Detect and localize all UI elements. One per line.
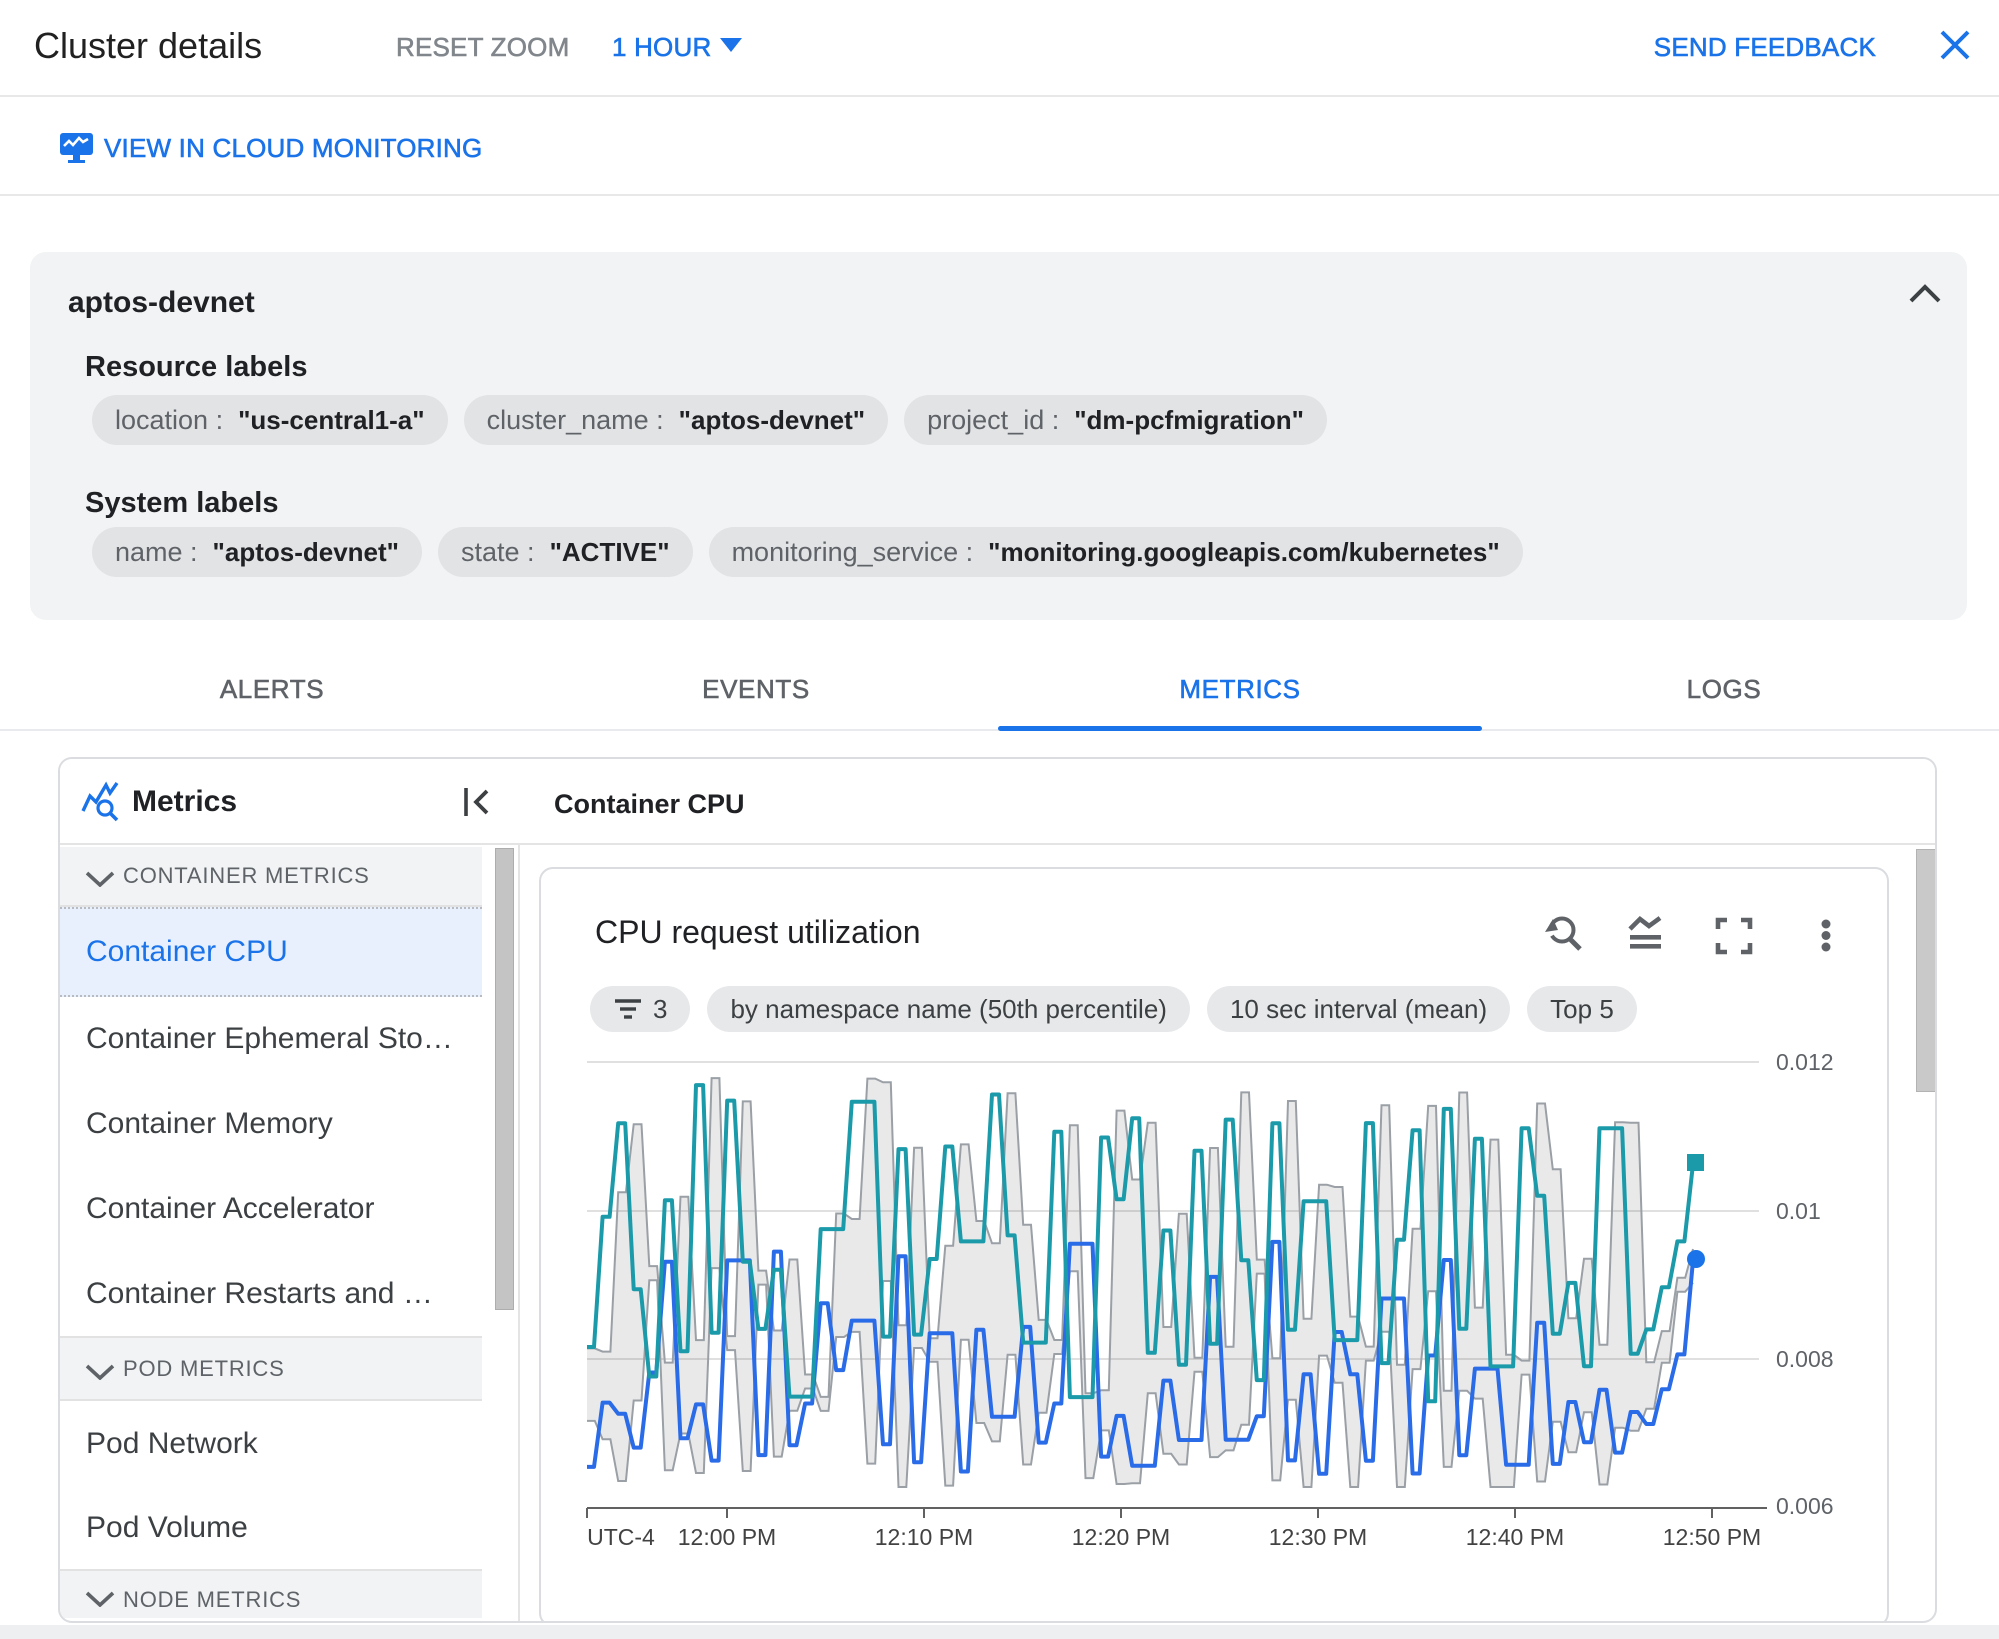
svg-text:12:00 PM: 12:00 PM: [678, 1524, 776, 1549]
svg-text:UTC-4: UTC-4: [587, 1524, 655, 1549]
svg-text:0.01: 0.01: [1776, 1198, 1821, 1224]
svg-text:12:10 PM: 12:10 PM: [875, 1524, 973, 1549]
svg-text:0.008: 0.008: [1776, 1346, 1834, 1372]
svg-text:0.006: 0.006: [1776, 1493, 1834, 1519]
svg-text:0.012: 0.012: [1776, 1049, 1834, 1075]
svg-text:12:40 PM: 12:40 PM: [1466, 1524, 1564, 1549]
svg-text:12:30 PM: 12:30 PM: [1269, 1524, 1367, 1549]
svg-text:12:20 PM: 12:20 PM: [1072, 1524, 1170, 1549]
svg-text:12:50 PM: 12:50 PM: [1663, 1524, 1761, 1549]
